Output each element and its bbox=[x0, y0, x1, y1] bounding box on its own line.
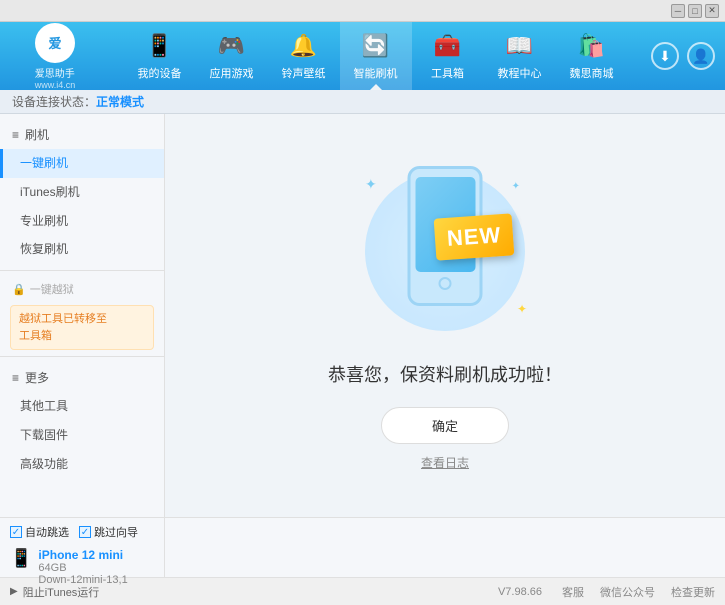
sidebar-section-flash: ≡ 刷机 bbox=[0, 120, 164, 149]
phone-home-button bbox=[439, 277, 452, 290]
logo-subtitle: 爱思助手 www.i4.cn bbox=[35, 65, 76, 90]
checkboxes-row: ✓ 自动跳选 ✓ 跳过向导 bbox=[10, 524, 154, 540]
account-button[interactable]: 👤 bbox=[687, 42, 715, 70]
auto-send-check-mark: ✓ bbox=[12, 527, 20, 538]
more-section-icon: ≡ bbox=[12, 371, 19, 385]
sidebar-divider-1 bbox=[0, 270, 164, 271]
nav-smart-shop[interactable]: 🔄 智能刷机 bbox=[340, 22, 412, 90]
logo-text: 爱 bbox=[48, 33, 61, 52]
title-bar: ─ □ ✕ bbox=[0, 0, 725, 22]
wechat-link[interactable]: 微信公众号 bbox=[600, 584, 655, 600]
stop-itunes-icon: ▶ bbox=[10, 586, 18, 597]
sidebar: ≡ 刷机 一键刷机 iTunes刷机 专业刷机 恢复刷机 🔒 一键越狱 越狱工具… bbox=[0, 114, 165, 517]
toolbox-icon: 🧰 bbox=[433, 31, 463, 61]
auto-send-checkbox-box[interactable]: ✓ bbox=[10, 526, 22, 538]
smart-shop-icon: 🔄 bbox=[361, 31, 391, 61]
content-area: NEW ✦ ✦ ✦ 恭喜您，保资料刷机成功啦！ 确定 查看日志 bbox=[165, 114, 725, 517]
nav-my-device[interactable]: 📱 我的设备 bbox=[124, 22, 196, 90]
stop-itunes[interactable]: ▶ 阻止iTunes运行 bbox=[10, 584, 99, 600]
nav-right-buttons: ⬇ 👤 bbox=[651, 42, 715, 70]
nav-ringtones[interactable]: 🔔 铃声壁纸 bbox=[268, 22, 340, 90]
weisi-mall-icon: 🛍️ bbox=[577, 31, 607, 61]
daily-log-link[interactable]: 查看日志 bbox=[421, 454, 469, 471]
sidebar-item-restore-flash[interactable]: 恢复刷机 bbox=[0, 235, 164, 264]
confirm-button[interactable]: 确定 bbox=[381, 407, 509, 444]
skip-guide-check-mark: ✓ bbox=[81, 527, 89, 538]
close-button[interactable]: ✕ bbox=[705, 4, 719, 18]
sidebar-divider-2 bbox=[0, 356, 164, 357]
service-link[interactable]: 客服 bbox=[562, 584, 584, 600]
success-message: 恭喜您，保资料刷机成功啦！ bbox=[328, 361, 562, 387]
skip-guide-checkbox-box[interactable]: ✓ bbox=[79, 526, 91, 538]
minimize-button[interactable]: ─ bbox=[671, 4, 685, 18]
ringtones-icon: 🔔 bbox=[289, 31, 319, 61]
sidebar-item-advanced[interactable]: 高级功能 bbox=[0, 450, 164, 479]
device-status-bar: 设备连接状态： 正常模式 bbox=[0, 90, 725, 114]
maximize-button[interactable]: □ bbox=[688, 4, 702, 18]
bottom-links: 客服 微信公众号 检查更新 bbox=[562, 584, 715, 600]
sidebar-item-other-tools[interactable]: 其他工具 bbox=[0, 392, 164, 421]
success-illustration: NEW ✦ ✦ ✦ bbox=[345, 161, 545, 341]
nav-tutorials[interactable]: 📖 教程中心 bbox=[484, 22, 556, 90]
device-phone-icon: 📱 bbox=[10, 548, 32, 569]
logo-icon: 爱 bbox=[35, 23, 75, 63]
device-details: iPhone 12 mini 64GB Down-12mini-13,1 bbox=[38, 548, 127, 586]
nav-toolbox[interactable]: 🧰 工具箱 bbox=[412, 22, 484, 90]
lock-icon: 🔒 bbox=[12, 283, 26, 296]
sidebar-bottom: ✓ 自动跳选 ✓ 跳过向导 📱 iPhone 12 mini 64GB Down… bbox=[0, 518, 165, 577]
sidebar-jailbreak-note: 越狱工具已转移至工具箱 bbox=[10, 305, 154, 350]
nav-items: 📱 我的设备 🎮 应用游戏 🔔 铃声壁纸 🔄 智能刷机 🧰 工具箱 📖 教程中心… bbox=[100, 22, 651, 90]
sidebar-section-more: ≡ 更多 bbox=[0, 363, 164, 392]
check-update-link[interactable]: 检查更新 bbox=[671, 584, 715, 600]
my-device-icon: 📱 bbox=[145, 31, 175, 61]
flash-section-icon: ≡ bbox=[12, 128, 19, 142]
sidebar-item-pro-flash[interactable]: 专业刷机 bbox=[0, 207, 164, 236]
sparkle-1: ✦ bbox=[365, 176, 377, 193]
sparkle-3: ✦ bbox=[517, 302, 527, 316]
download-button[interactable]: ⬇ bbox=[651, 42, 679, 70]
tutorials-icon: 📖 bbox=[505, 31, 535, 61]
nav-weisi-mall[interactable]: 🛍️ 魏思商城 bbox=[556, 22, 628, 90]
sparkle-2: ✦ bbox=[512, 181, 520, 192]
main-area: ≡ 刷机 一键刷机 iTunes刷机 专业刷机 恢复刷机 🔒 一键越狱 越狱工具… bbox=[0, 114, 725, 517]
sidebar-item-one-click-flash[interactable]: 一键刷机 bbox=[0, 149, 164, 178]
top-nav: 爱 爱思助手 www.i4.cn 📱 我的设备 🎮 应用游戏 🔔 铃声壁纸 🔄 … bbox=[0, 22, 725, 90]
bottom-device-section: ✓ 自动跳选 ✓ 跳过向导 📱 iPhone 12 mini 64GB Down… bbox=[0, 517, 725, 577]
skip-guide-checkbox[interactable]: ✓ 跳过向导 bbox=[79, 524, 138, 540]
auto-send-checkbox[interactable]: ✓ 自动跳选 bbox=[10, 524, 69, 540]
window-controls[interactable]: ─ □ ✕ bbox=[671, 4, 719, 18]
sidebar-item-itunes-flash[interactable]: iTunes刷机 bbox=[0, 178, 164, 207]
nav-apps-games[interactable]: 🎮 应用游戏 bbox=[196, 22, 268, 90]
sidebar-section-jailbreak: 🔒 一键越狱 bbox=[0, 277, 164, 301]
apps-games-icon: 🎮 bbox=[217, 31, 247, 61]
sidebar-item-download-firmware[interactable]: 下载固件 bbox=[0, 421, 164, 450]
new-badge: NEW bbox=[434, 213, 515, 260]
bottom-right-empty bbox=[165, 518, 725, 577]
logo-area: 爱 爱思助手 www.i4.cn bbox=[10, 23, 100, 90]
